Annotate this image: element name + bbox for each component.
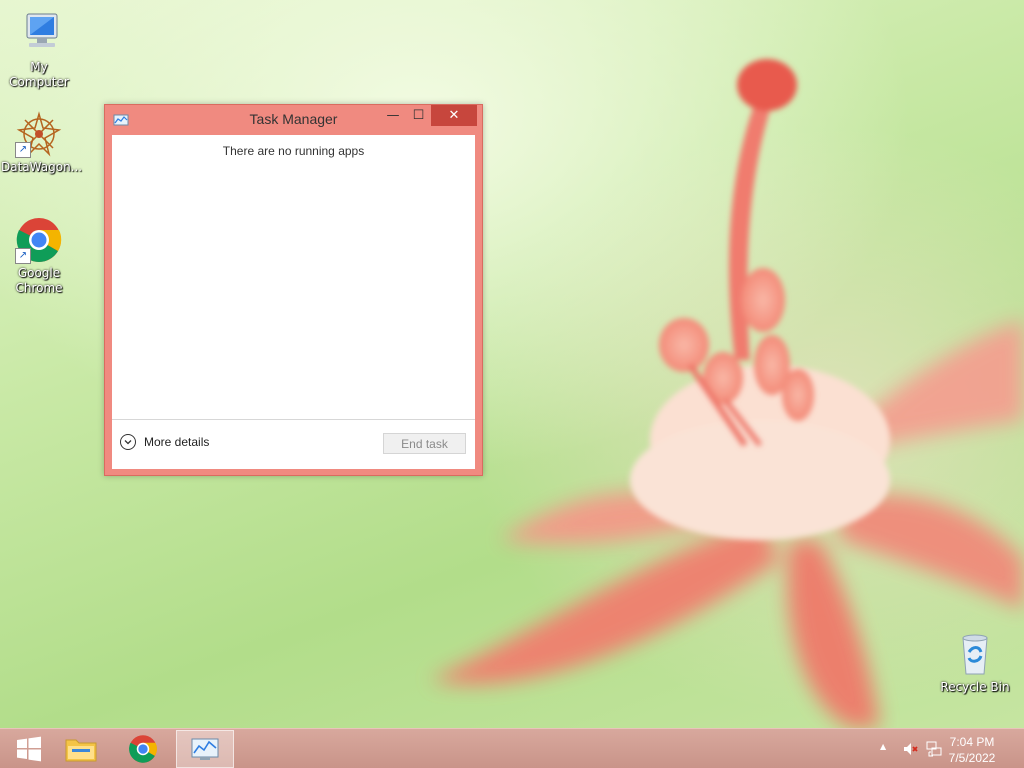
volume-muted-icon[interactable] xyxy=(902,740,920,762)
end-task-button[interactable]: End task xyxy=(383,433,466,454)
recycle-bin-icon xyxy=(951,630,999,678)
shortcut-arrow-icon: ↗ xyxy=(15,142,31,158)
clock[interactable]: 7:04 PM 7/5/2022 xyxy=(940,734,1004,766)
maximize-button[interactable]: ☐ xyxy=(406,105,431,126)
shortcut-arrow-icon: ↗ xyxy=(15,248,31,264)
desktop: My Computer ↗ DataWagon... ↗ Google Chro… xyxy=(0,0,1024,768)
minimize-icon: — xyxy=(386,108,400,123)
chevron-down-circle-icon xyxy=(120,434,136,450)
close-icon: ✕ xyxy=(448,108,460,123)
taskbar-task-manager[interactable] xyxy=(176,730,234,768)
desktop-icon-recycle-bin[interactable]: Recycle Bin xyxy=(937,630,1013,695)
close-button[interactable]: ✕ xyxy=(431,105,477,126)
file-explorer-icon xyxy=(65,739,97,762)
clock-time: 7:04 PM xyxy=(949,735,995,749)
empty-apps-message: There are no running apps xyxy=(222,144,365,158)
chrome-icon: ↗ xyxy=(15,216,63,264)
more-details-button[interactable]: More details xyxy=(120,434,209,450)
maximize-icon: ☐ xyxy=(412,108,425,123)
task-manager-content: There are no running apps More details E… xyxy=(112,135,475,469)
desktop-icon-label: DataWagon... xyxy=(1,160,83,174)
more-details-label: More details xyxy=(144,435,210,449)
datawagon-icon: ↗ xyxy=(15,110,63,158)
task-manager-icon xyxy=(191,738,219,760)
desktop-icon-label: Recycle Bin xyxy=(940,680,1010,694)
windows-logo-icon xyxy=(17,736,41,762)
taskbar: ▲ 7:04 PM 7/5/2022 xyxy=(0,728,1024,768)
desktop-icon-datawagon[interactable]: ↗ DataWagon... xyxy=(1,110,83,175)
desktop-icon-my-computer[interactable]: My Computer xyxy=(1,10,77,90)
taskbar-google-chrome[interactable] xyxy=(114,730,172,768)
taskbar-file-explorer[interactable] xyxy=(52,730,110,768)
desktop-icon-label: Google Chrome xyxy=(15,266,63,295)
divider xyxy=(112,419,475,420)
chrome-icon xyxy=(129,735,157,763)
show-hidden-icons-arrow[interactable]: ▲ xyxy=(880,742,886,751)
desktop-icon-google-chrome[interactable]: ↗ Google Chrome xyxy=(1,216,77,296)
start-button[interactable] xyxy=(0,730,58,768)
minimize-button[interactable]: — xyxy=(380,105,406,126)
desktop-icon-label: My Computer xyxy=(9,60,69,89)
clock-date: 7/5/2022 xyxy=(948,751,996,765)
system-tray: ▲ 7:04 PM 7/5/2022 xyxy=(864,729,1024,768)
my-computer-icon xyxy=(15,10,63,58)
task-manager-window[interactable]: Task Manager — ☐ ✕ There are no running … xyxy=(104,104,483,476)
title-bar[interactable]: Task Manager — ☐ ✕ xyxy=(105,105,482,135)
